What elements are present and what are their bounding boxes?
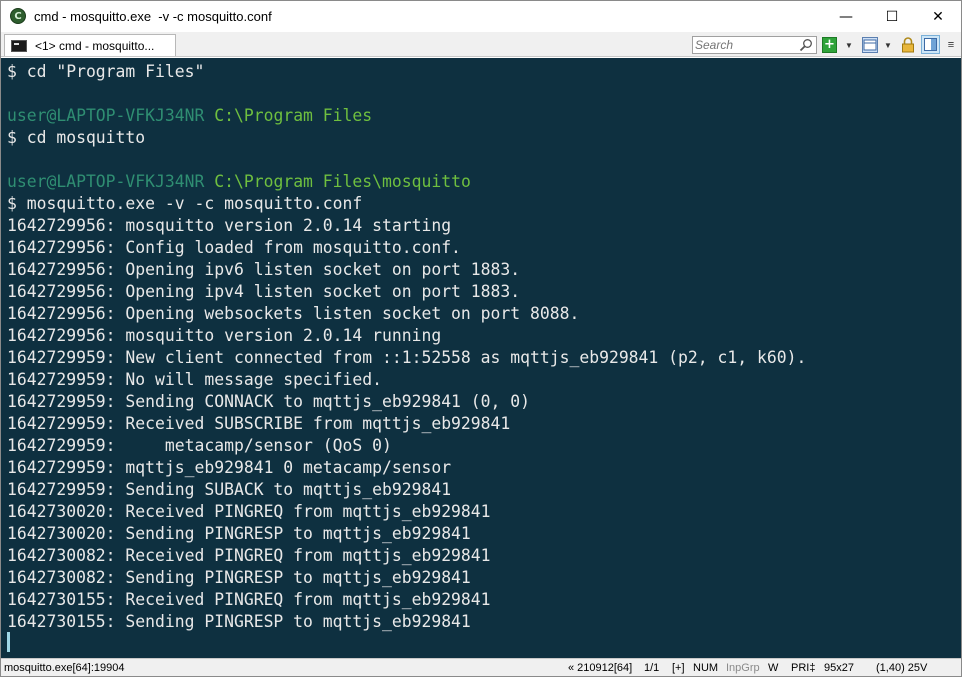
log-line: 1642729956: mosquitto version 2.0.14 run…: [7, 326, 442, 345]
title-bar[interactable]: C cmd - mosquitto.exe -v -c mosquitto.co…: [1, 1, 961, 32]
log-line: 1642729959: Sending SUBACK to mqttjs_eb9…: [7, 480, 452, 499]
prompt-user: user@LAPTOP-VFKJ34NR: [7, 172, 205, 191]
terminal-line: $ cd "Program Files": [7, 62, 205, 81]
log-line: 1642729956: Opening websockets listen so…: [7, 304, 580, 323]
conemu-app-icon[interactable]: C: [10, 8, 26, 24]
tab-toolbar: <1> cmd - mosquitto... + ▼ ▼ ≡: [1, 32, 961, 57]
console-tab-label: <1> cmd - mosquitto...: [35, 38, 155, 53]
view-dropdown-icon[interactable]: ▼: [883, 37, 893, 53]
log-line: 1642729956: mosquitto version 2.0.14 sta…: [7, 216, 452, 235]
log-line: 1642729959: Sending CONNACK to mqttjs_eb…: [7, 392, 531, 411]
search-box[interactable]: [692, 36, 817, 54]
log-line: 1642730082: Sending PINGRESP to mqttjs_e…: [7, 568, 471, 587]
main-menu-icon[interactable]: ≡: [945, 37, 957, 53]
log-line: 1642730155: Sending PINGRESP to mqttjs_e…: [7, 612, 471, 631]
panel-view-icon[interactable]: [921, 35, 940, 54]
status-size[interactable]: 95x27: [824, 662, 854, 674]
log-line: 1642729959: Received SUBSCRIBE from mqtt…: [7, 414, 511, 433]
cmd-console-icon: [11, 39, 27, 52]
status-w[interactable]: W: [768, 662, 778, 674]
terminal-line: $ mosquitto.exe -v -c mosquitto.conf: [7, 194, 363, 213]
status-cursor-pos[interactable]: (1,40) 25V: [876, 662, 927, 674]
console-tab[interactable]: <1> cmd - mosquitto...: [4, 34, 176, 56]
prompt-line: user@LAPTOP-VFKJ34NR C:\Program Files\mo…: [7, 171, 471, 193]
status-inpgrp[interactable]: InpGrp: [726, 662, 760, 674]
lock-icon[interactable]: [901, 37, 915, 53]
terminal-output[interactable]: $ cd "Program Files" user@LAPTOP-VFKJ34N…: [1, 58, 961, 658]
prompt-line: user@LAPTOP-VFKJ34NR C:\Program Files: [7, 105, 372, 127]
status-build[interactable]: « 210912[64]: [568, 662, 632, 674]
search-input[interactable]: [695, 37, 795, 53]
status-bar: mosquitto.exe[64]:19904 « 210912[64] 1/1…: [1, 658, 961, 676]
status-insert[interactable]: [+]: [672, 662, 685, 674]
prompt-path: C:\Program Files\mosquitto: [214, 172, 471, 191]
status-num[interactable]: NUM: [693, 662, 718, 674]
prompt-path: C:\Program Files: [214, 106, 373, 125]
log-line: 1642729959: No will message specified.: [7, 370, 382, 389]
log-line: 1642729956: Config loaded from mosquitto…: [7, 238, 461, 257]
log-line: 1642729959: mqttjs_eb929841 0 metacamp/s…: [7, 458, 452, 477]
log-line: 1642729959: New client connected from ::…: [7, 348, 807, 367]
close-button[interactable]: ✕: [915, 1, 961, 32]
split-view-icon[interactable]: [862, 37, 878, 53]
log-line: 1642729959: metacamp/sensor (QoS 0): [7, 436, 392, 455]
log-line: 1642729956: Opening ipv4 listen socket o…: [7, 282, 521, 301]
status-console-index[interactable]: 1/1: [644, 662, 659, 674]
maximize-button[interactable]: ☐: [869, 1, 915, 32]
new-console-dropdown-icon[interactable]: ▼: [844, 37, 854, 53]
new-console-button[interactable]: +: [822, 37, 837, 53]
console-window: C cmd - mosquitto.exe -v -c mosquitto.co…: [0, 0, 962, 677]
prompt-user: user@LAPTOP-VFKJ34NR: [7, 106, 205, 125]
terminal-line: $ cd mosquitto: [7, 128, 146, 147]
text-cursor: [7, 632, 10, 652]
minimize-button[interactable]: —: [823, 1, 869, 32]
log-line: 1642729956: Opening ipv6 listen socket o…: [7, 260, 521, 279]
status-priority[interactable]: PRI‡: [791, 662, 815, 674]
search-icon[interactable]: [799, 38, 813, 52]
log-line: 1642730155: Received PINGREQ from mqttjs…: [7, 590, 491, 609]
status-process[interactable]: mosquitto.exe[64]:19904: [4, 662, 124, 674]
log-line: 1642730020: Sending PINGRESP to mqttjs_e…: [7, 524, 471, 543]
log-line: 1642730020: Received PINGREQ from mqttjs…: [7, 502, 491, 521]
window-title: cmd - mosquitto.exe -v -c mosquitto.conf: [34, 9, 272, 24]
log-line: 1642730082: Received PINGREQ from mqttjs…: [7, 546, 491, 565]
